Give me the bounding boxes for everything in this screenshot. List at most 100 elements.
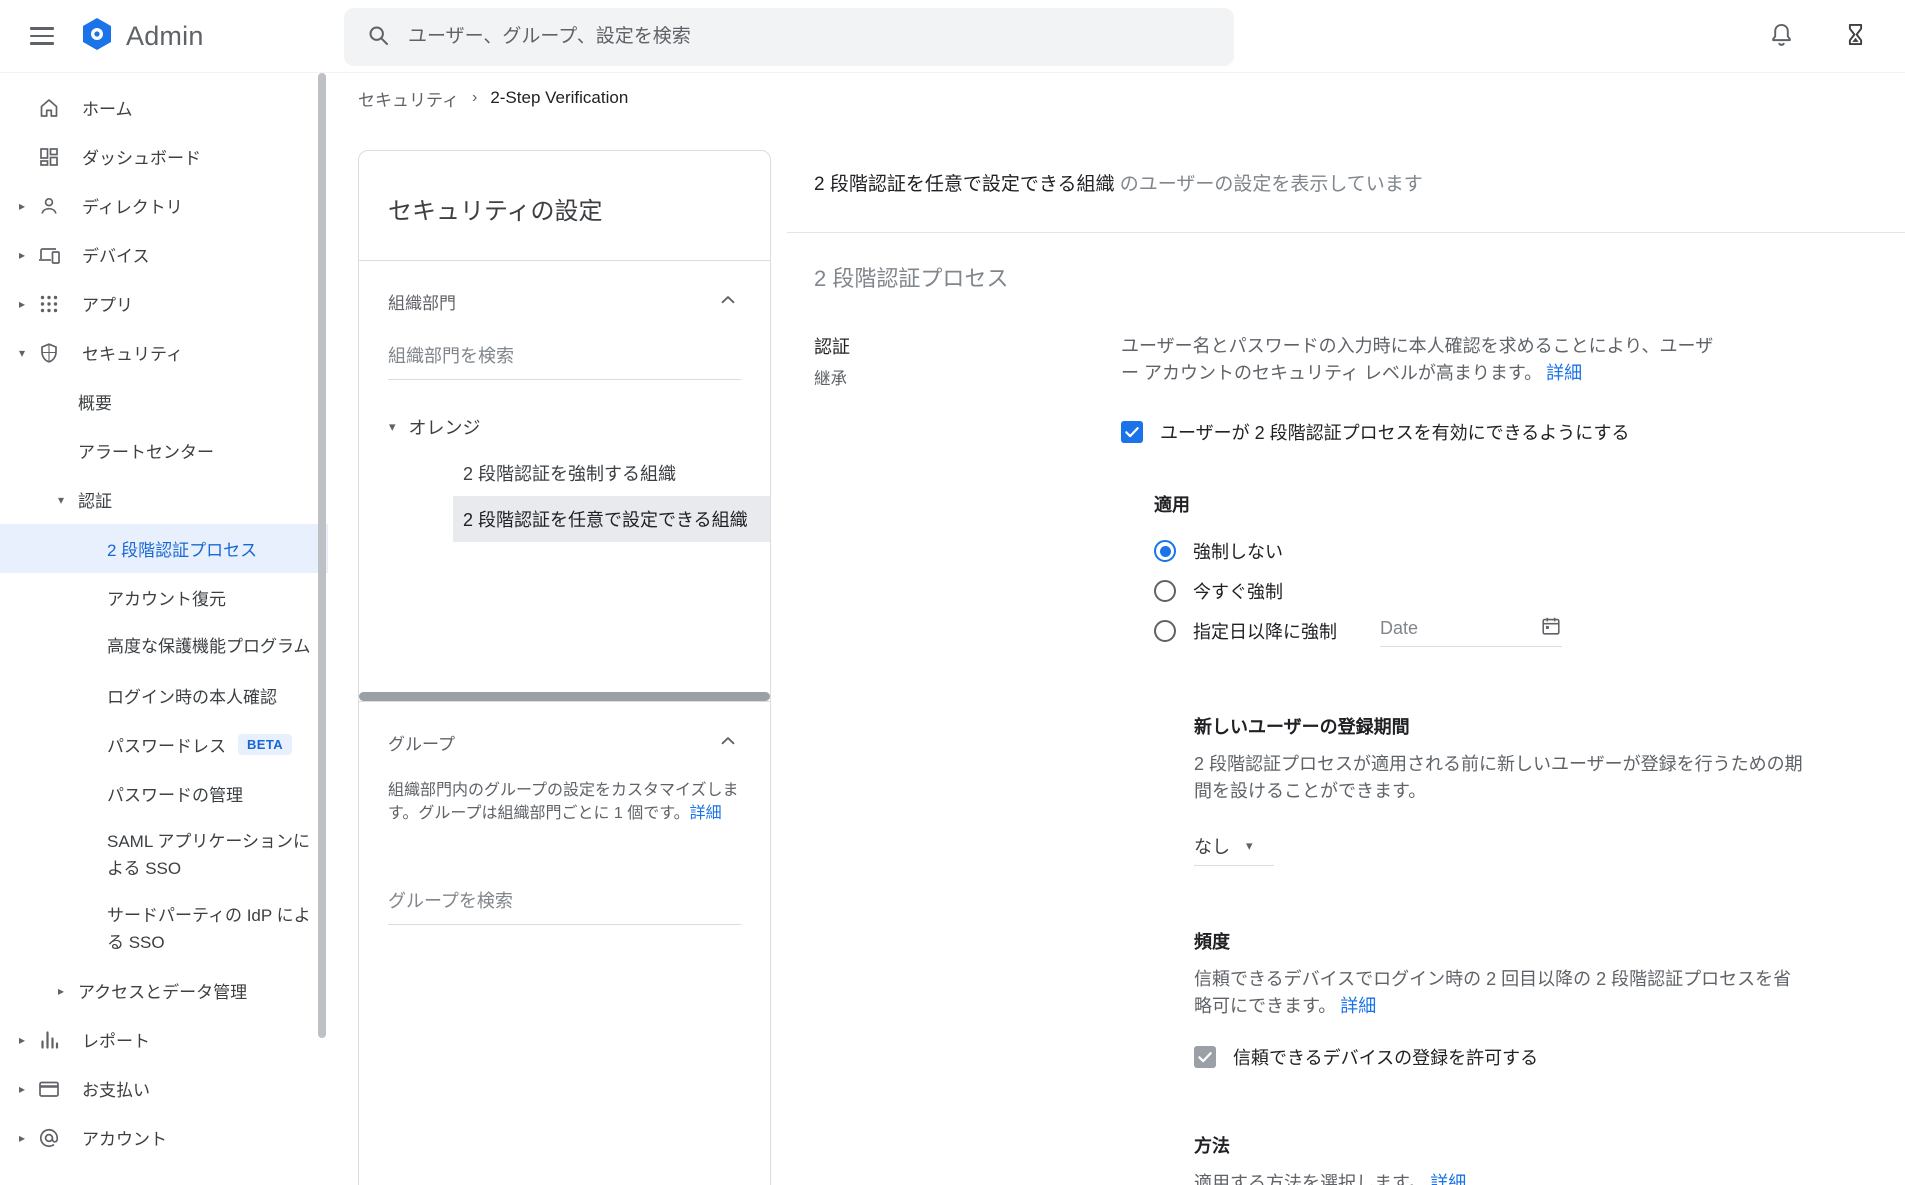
org-unit-section-title: 組織部門 bbox=[388, 289, 456, 314]
chevron-right-icon: ▸ bbox=[10, 1082, 34, 1096]
groups-section-header: グループ bbox=[359, 702, 770, 763]
search-input[interactable] bbox=[408, 26, 1212, 48]
chevron-right-icon: ▸ bbox=[10, 1131, 34, 1145]
section-title: 2 段階認証プロセス bbox=[814, 261, 1905, 293]
enrollment-description: 2 段階認証プロセスが適用される前に新しいユーザーが登録を行うための期間を設ける… bbox=[1194, 751, 1804, 805]
horizontal-scrollbar[interactable] bbox=[359, 692, 770, 701]
sidebar-item-directory[interactable]: ▸ ディレクトリ bbox=[0, 181, 328, 230]
enforcement-block: 適用 強制しない 今すぐ強制 bbox=[1154, 491, 1865, 651]
authentication-setting-row: 認証 継承 ユーザー名とパスワードの入力時に本人確認を求めることにより、ユーザー… bbox=[814, 333, 1905, 1185]
sidebar-item-apps[interactable]: ▸ アプリ bbox=[0, 279, 328, 328]
enforcement-title: 適用 bbox=[1154, 491, 1865, 517]
chevron-right-icon: ▸ bbox=[58, 984, 78, 998]
auth-details-link[interactable]: 詳細 bbox=[1546, 363, 1582, 383]
apps-grid-icon bbox=[36, 291, 62, 317]
sidebar-item-password-management[interactable]: パスワードの管理 bbox=[0, 769, 328, 818]
breadcrumb-separator: › bbox=[472, 89, 477, 107]
arrow-drop-down-icon: ▾ bbox=[1246, 838, 1253, 854]
tree-item-enforced-org[interactable]: 2 段階認証を強制する組織 bbox=[453, 450, 770, 496]
scope-org-name: 2 段階認証を任意で設定できる組織 bbox=[814, 174, 1114, 195]
calendar-icon[interactable] bbox=[1540, 615, 1562, 642]
topbar-actions bbox=[1759, 14, 1877, 58]
enable-2sv-checkbox-row[interactable]: ユーザーが 2 段階認証プロセスを有効にできるようにする bbox=[1121, 419, 1865, 445]
sidebar-item-reports[interactable]: ▸ レポート bbox=[0, 1015, 328, 1064]
groups-section: グループ 組織部門内のグループの設定をカスタマイズします。グループは組織部門ごと… bbox=[359, 701, 770, 925]
devices-icon bbox=[36, 242, 62, 268]
enforcement-radio-group: 強制しない 今すぐ強制 指定日以降に強制 bbox=[1154, 531, 1865, 651]
org-unit-search-input[interactable] bbox=[388, 338, 741, 380]
enrollment-period-block: 新しいユーザーの登録期間 2 段階認証プロセスが適用される前に新しいユーザーが登… bbox=[1194, 713, 1865, 866]
sidebar-item-advanced-protection[interactable]: 高度な保護機能プログラム bbox=[0, 622, 328, 671]
chevron-right-icon: ▸ bbox=[10, 1033, 34, 1047]
date-field bbox=[1380, 615, 1562, 647]
chevron-up-icon bbox=[717, 289, 739, 314]
date-input[interactable] bbox=[1380, 618, 1540, 639]
notifications-button[interactable] bbox=[1759, 14, 1803, 58]
auth-description: ユーザー名とパスワードの入力時に本人確認を求めることにより、ユーザー アカウント… bbox=[1121, 333, 1721, 387]
enrollment-period-select[interactable]: なし ▾ bbox=[1194, 833, 1274, 866]
sidebar-scrollbar[interactable] bbox=[318, 73, 326, 1038]
card-title: セキュリティの設定 bbox=[359, 151, 770, 261]
sidebar-item-home[interactable]: ホーム bbox=[0, 83, 328, 132]
home-icon bbox=[36, 95, 62, 121]
frequency-title: 頻度 bbox=[1194, 928, 1865, 954]
sidebar-item-devices[interactable]: ▸ デバイス bbox=[0, 230, 328, 279]
sidebar-item-security-overview[interactable]: 概要 bbox=[0, 377, 328, 426]
at-sign-icon bbox=[36, 1125, 62, 1151]
enrollment-period-value: なし bbox=[1194, 833, 1230, 859]
sidebar-item-authentication[interactable]: ▾ 認証 bbox=[0, 475, 328, 524]
radio-no-enforcement[interactable]: 強制しない bbox=[1154, 531, 1865, 571]
methods-title: 方法 bbox=[1194, 1132, 1865, 1158]
sidebar-item-passwordless[interactable]: パスワードレス BETA bbox=[0, 720, 328, 769]
main-area: セキュリティ › 2-Step Verification セキュリティの設定 組… bbox=[328, 73, 1905, 1185]
tree-root-orange[interactable]: ▾ オレンジ bbox=[359, 404, 770, 450]
chevron-right-icon: ▸ bbox=[10, 297, 34, 311]
org-unit-tree: ▾ オレンジ 2 段階認証を強制する組織 2 段階認証を任意で設定できる組織 bbox=[359, 404, 770, 542]
frequency-details-link[interactable]: 詳細 bbox=[1340, 996, 1376, 1016]
divider bbox=[787, 232, 1905, 233]
chevron-down-icon: ▾ bbox=[10, 346, 34, 360]
setting-name: 認証 bbox=[814, 333, 1121, 359]
setting-label-column: 認証 継承 bbox=[814, 333, 1121, 1185]
groups-search bbox=[388, 883, 741, 925]
chevron-right-icon: ▸ bbox=[10, 199, 34, 213]
tree-item-optional-org[interactable]: 2 段階認証を任意で設定できる組織 bbox=[453, 496, 770, 542]
groups-section-title: グループ bbox=[388, 730, 455, 755]
sidebar-item-saml-sso[interactable]: SAML アプリケーションによる SSO bbox=[0, 818, 328, 892]
org-unit-search bbox=[388, 338, 741, 380]
two-step-settings-panel: 2 段階認証を任意で設定できる組織 のユーザーの設定を表示しています 2 段階認… bbox=[771, 123, 1905, 1185]
sidebar-item-2sv[interactable]: 2 段階認証プロセス bbox=[0, 524, 328, 573]
hourglass-icon bbox=[1842, 21, 1869, 51]
chevron-right-icon: ▸ bbox=[10, 248, 34, 262]
radio-icon bbox=[1154, 620, 1176, 642]
bar-chart-icon bbox=[36, 1027, 62, 1053]
radio-enforce-now[interactable]: 今すぐ強制 bbox=[1154, 571, 1865, 611]
breadcrumb: セキュリティ › 2-Step Verification bbox=[328, 73, 1905, 123]
collapse-groups-section-button[interactable] bbox=[715, 728, 741, 757]
hourglass-button[interactable] bbox=[1833, 14, 1877, 58]
org-unit-section-header: 組織部門 bbox=[359, 261, 770, 322]
frequency-description: 信頼できるデバイスでログイン時の 2 回目以降の 2 段階認証プロセスを省略可に… bbox=[1194, 966, 1804, 1020]
menu-button[interactable] bbox=[14, 8, 70, 64]
dashboard-icon bbox=[36, 144, 62, 170]
admin-hexagon-icon bbox=[80, 17, 114, 56]
breadcrumb-security[interactable]: セキュリティ bbox=[358, 86, 459, 111]
sidebar-item-billing[interactable]: ▸ お支払い bbox=[0, 1064, 328, 1113]
checkbox-checked-icon bbox=[1121, 421, 1143, 443]
sidebar-item-account-recovery[interactable]: アカウント復元 bbox=[0, 573, 328, 622]
trusted-device-checkbox-row[interactable]: 信頼できるデバイスの登録を許可する bbox=[1194, 1044, 1865, 1070]
admin-logo: Admin bbox=[80, 17, 204, 56]
collapse-org-section-button[interactable] bbox=[715, 287, 741, 316]
methods-details-link[interactable]: 詳細 bbox=[1430, 1173, 1466, 1185]
sidebar-item-security[interactable]: ▾ セキュリティ bbox=[0, 328, 328, 377]
groups-search-input[interactable] bbox=[388, 883, 741, 925]
sidebar-item-access-data-control[interactable]: ▸ アクセスとデータ管理 bbox=[0, 966, 328, 1015]
methods-description: 適用する方法を選択します。詳細 bbox=[1194, 1170, 1804, 1185]
sidebar-item-account[interactable]: ▸ アカウント bbox=[0, 1113, 328, 1162]
sidebar-item-alert-center[interactable]: アラートセンター bbox=[0, 426, 328, 475]
radio-enforce-from-date[interactable]: 指定日以降に強制 bbox=[1154, 611, 1865, 651]
sidebar-item-dashboard[interactable]: ダッシュボード bbox=[0, 132, 328, 181]
groups-details-link[interactable]: 詳細 bbox=[690, 805, 722, 822]
sidebar-item-third-party-idp-sso[interactable]: サードパーティの IdP による SSO bbox=[0, 892, 328, 966]
sidebar-item-login-challenge[interactable]: ログイン時の本人確認 bbox=[0, 671, 328, 720]
